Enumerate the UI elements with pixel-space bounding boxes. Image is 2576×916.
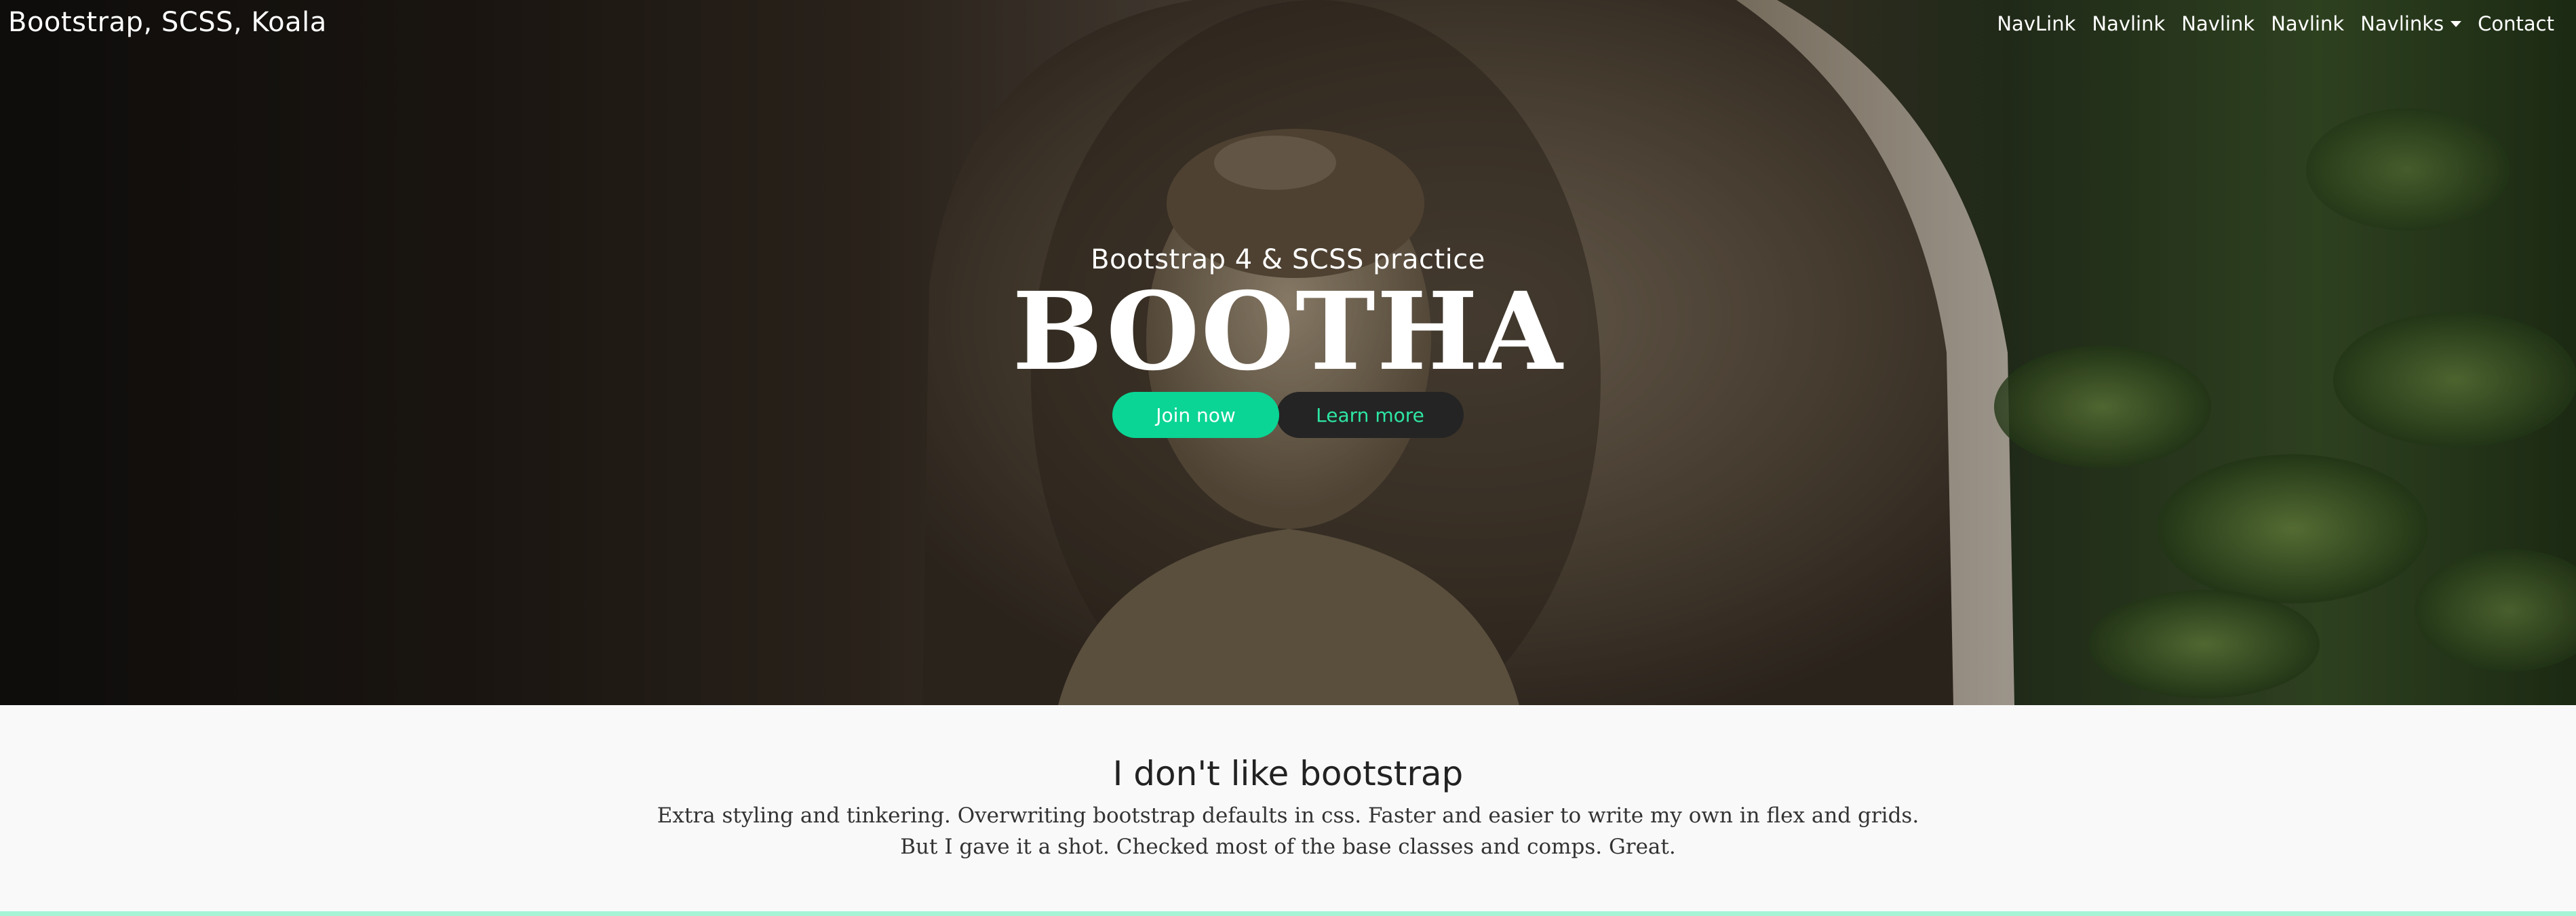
hero-title: BOOTHA: [1012, 269, 1564, 395]
hero-content: Bootstrap 4 & SCSS practice BOOTHA Join …: [0, 244, 2576, 438]
section-text: Extra styling and tinkering. Overwriting…: [0, 800, 2576, 862]
caret-down-icon: [2451, 20, 2462, 27]
section-text-line-1: Extra styling and tinkering. Overwriting…: [657, 803, 1919, 828]
nav-link-contact[interactable]: Contact: [2470, 12, 2562, 35]
section-title: I don't like bootstrap: [1112, 754, 1464, 793]
nav-link-3[interactable]: Navlink: [2173, 12, 2263, 35]
learn-more-button[interactable]: Learn more: [1276, 392, 1464, 438]
nav-links: NavLink Navlink Navlink Navlink Navlinks…: [1989, 12, 2562, 35]
hero-buttons: Join now Learn more: [0, 392, 2576, 438]
join-now-button[interactable]: Join now: [1112, 392, 1279, 438]
nav-link-1[interactable]: NavLink: [1989, 12, 2084, 35]
hero-section: Bootstrap, SCSS, Koala NavLink Navlink N…: [0, 0, 2576, 705]
intro-section: I don't like bootstrap Extra styling and…: [0, 705, 2576, 912]
section-text-line-2: But I gave it a shot. Checked most of th…: [900, 835, 1676, 859]
nav-dropdown-label: Navlinks: [2360, 12, 2444, 35]
nav-dropdown-navlinks[interactable]: Navlinks: [2352, 12, 2470, 35]
bottom-border: [0, 911, 2576, 916]
nav-link-4[interactable]: Navlink: [2263, 12, 2352, 35]
nav-link-2[interactable]: Navlink: [2084, 12, 2173, 35]
navbar: Bootstrap, SCSS, Koala NavLink Navlink N…: [0, 0, 2576, 49]
navbar-brand[interactable]: Bootstrap, SCSS, Koala: [8, 7, 327, 38]
